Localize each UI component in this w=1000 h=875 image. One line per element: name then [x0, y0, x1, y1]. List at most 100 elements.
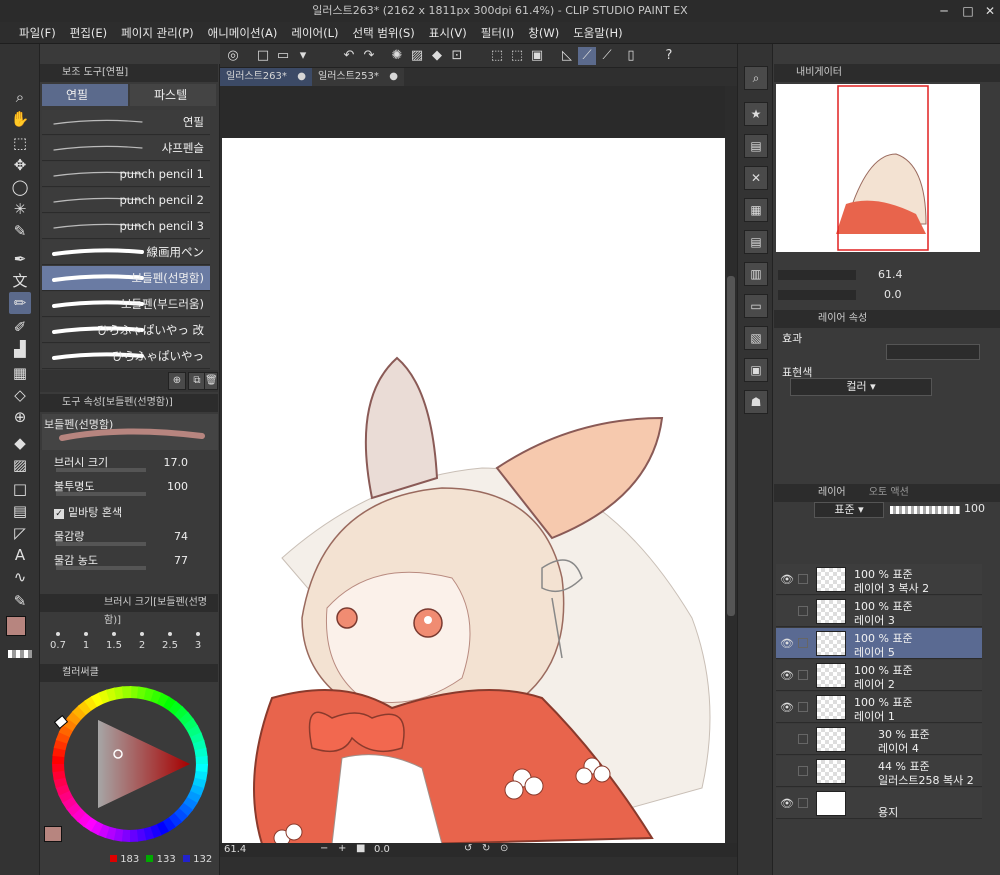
material-2-icon[interactable]: ▤	[744, 134, 768, 158]
reset-rotation-icon[interactable]: ⊙	[500, 843, 508, 854]
move-icon[interactable]: ✥	[9, 154, 31, 176]
save-icon[interactable]: ▾	[294, 47, 312, 65]
tab-pastel[interactable]: 파스텔	[130, 84, 216, 106]
visibility-eye-icon[interactable]: 👁	[780, 669, 794, 682]
crop-icon[interactable]: ▣	[528, 47, 546, 65]
brush-item[interactable]: 연필	[42, 110, 210, 135]
magic-wand-icon[interactable]: ✳	[9, 198, 31, 220]
gradient-icon[interactable]: ▨	[9, 454, 31, 476]
text-vertical-icon[interactable]: 文	[9, 270, 31, 292]
new-file-icon[interactable]: □	[254, 47, 272, 65]
pen-icon[interactable]: ✒	[9, 248, 31, 270]
menu-help[interactable]: 도움말(H)	[566, 22, 629, 44]
decoration-icon[interactable]: ▦	[9, 362, 31, 384]
menu-filter[interactable]: 필터(I)	[474, 22, 522, 44]
layer-row[interactable]: 100 % 표준 레이어 3	[776, 596, 982, 627]
text-icon[interactable]: A	[9, 544, 31, 566]
tab-pencil[interactable]: 연필	[42, 84, 128, 106]
delete-subtool-icon[interactable]: 🗑	[204, 372, 218, 390]
navigator-zoom-slider[interactable]	[778, 270, 856, 280]
menu-file[interactable]: 파일(F)	[12, 22, 63, 44]
clip-studio-icon[interactable]: ◎	[224, 47, 242, 65]
brush-item[interactable]: punch pencil 1	[42, 162, 210, 187]
layer-row[interactable]: 44 % 표준 일러스트258 복사 2	[776, 756, 982, 787]
minimize-button[interactable]: ─	[934, 0, 954, 22]
tab-document-1[interactable]: 일러스트263* ●	[220, 68, 312, 86]
zoom-out-icon[interactable]: −	[320, 843, 328, 854]
brush-size-option[interactable]: 2.5	[156, 632, 184, 651]
illustration-canvas[interactable]	[222, 138, 727, 844]
smartphone-icon[interactable]: ▯	[622, 47, 640, 65]
menu-window[interactable]: 창(W)	[521, 22, 566, 44]
tab-document-2[interactable]: 일러스트253* ●	[312, 68, 404, 86]
effect-buttons[interactable]	[886, 344, 980, 360]
undo-icon[interactable]: ↶	[340, 47, 358, 65]
mixing-checkbox[interactable]: ✓	[54, 509, 64, 519]
vertical-scrollbar[interactable]	[725, 86, 737, 843]
brush-size-option[interactable]: 2	[128, 632, 156, 651]
visibility-eye-icon[interactable]: 👁	[780, 637, 794, 650]
fit-icon[interactable]: ■	[356, 843, 365, 854]
brush-item[interactable]: punch pencil 2	[42, 188, 210, 213]
brush-size-row[interactable]: 브러시 크기 17.0	[54, 454, 214, 474]
main-color-swatch[interactable]	[6, 616, 26, 636]
hand-icon[interactable]: ✋	[9, 108, 31, 130]
redo-icon[interactable]: ↷	[360, 47, 378, 65]
loading-icon[interactable]: ✺	[388, 47, 406, 65]
layer-row[interactable]: 👁 100 % 표준 레이어 3 복사 2	[776, 564, 982, 595]
menu-selection[interactable]: 선택 범위(S)	[346, 22, 422, 44]
visibility-eye-icon[interactable]: 👁	[780, 701, 794, 714]
open-icon[interactable]: ▭	[274, 47, 292, 65]
layer-lock-checkbox[interactable]	[798, 702, 808, 712]
add-subtool-icon[interactable]: ⊕	[168, 372, 186, 390]
menu-layer[interactable]: 레이어(L)	[284, 22, 345, 44]
layer-lock-checkbox[interactable]	[798, 606, 808, 616]
layer-row[interactable]: 👁 용지	[776, 788, 982, 819]
fill-icon[interactable]: ◆	[428, 47, 446, 65]
help-icon[interactable]: ?	[660, 47, 678, 65]
invert-selection-icon[interactable]: ⬚	[508, 47, 526, 65]
brush-size-option[interactable]: 1	[72, 632, 100, 651]
maximize-button[interactable]: □	[958, 0, 978, 22]
material-9-icon[interactable]: ▣	[744, 358, 768, 382]
color-main-swatch[interactable]	[44, 826, 62, 842]
hue-segment[interactable]	[121, 686, 132, 699]
visibility-eye-icon[interactable]: 👁	[780, 573, 794, 586]
brush-item[interactable]: 보들펜(부드러움)	[42, 292, 210, 317]
eraser-icon[interactable]: ◇	[9, 384, 31, 406]
transparent-color-swatch[interactable]	[8, 650, 32, 658]
opacity-slider[interactable]	[890, 506, 960, 514]
deselect-icon[interactable]: ⬚	[488, 47, 506, 65]
ruler-icon[interactable]: ◸	[9, 522, 31, 544]
fill-bucket-icon[interactable]: ◆	[9, 432, 31, 454]
layer-row[interactable]: 30 % 표준 레이어 4	[776, 724, 982, 755]
material-10-icon[interactable]: ☗	[744, 390, 768, 414]
rotate-left-icon[interactable]: ↺	[464, 843, 472, 854]
brush-size-option[interactable]: 1.5	[100, 632, 128, 651]
navigator-preview[interactable]	[776, 84, 980, 252]
blend-icon[interactable]: ⊕	[9, 406, 31, 428]
color-circle[interactable]	[40, 684, 220, 854]
material-3-icon[interactable]: ✕	[744, 166, 768, 190]
blend-mode-select[interactable]: 표준 ▾	[814, 502, 884, 518]
figure-icon[interactable]: □	[9, 478, 31, 500]
transform-icon[interactable]: ⊡	[448, 47, 466, 65]
layer-row[interactable]: 👁 100 % 표준 레이어 1	[776, 692, 982, 723]
brush-item[interactable]: 線画用ペン	[42, 240, 210, 265]
close-button[interactable]: ✕	[980, 0, 1000, 22]
visibility-eye-icon[interactable]: 👁	[780, 797, 794, 810]
layer-lock-checkbox[interactable]	[798, 670, 808, 680]
material-6-icon[interactable]: ▥	[744, 262, 768, 286]
layer-lock-checkbox[interactable]	[798, 798, 808, 808]
eyedropper-icon[interactable]: ✎	[9, 220, 31, 242]
operation-icon[interactable]: ⬚	[9, 132, 31, 154]
search-icon[interactable]: ⌕	[744, 66, 768, 90]
special-ruler-snap-icon[interactable]: ⟋	[578, 47, 596, 65]
brush-item[interactable]: ひらふゃぱいやっ	[42, 344, 210, 369]
rotate-right-icon[interactable]: ↻	[482, 843, 490, 854]
hue-segment[interactable]	[195, 755, 208, 766]
correction-icon[interactable]: ✎	[9, 590, 31, 612]
paint-density-row[interactable]: 물감 농도 77	[54, 552, 214, 572]
paint-amount-row[interactable]: 물감량 74	[54, 528, 214, 548]
brush-item[interactable]: 보들펜(선명함)	[42, 266, 210, 291]
